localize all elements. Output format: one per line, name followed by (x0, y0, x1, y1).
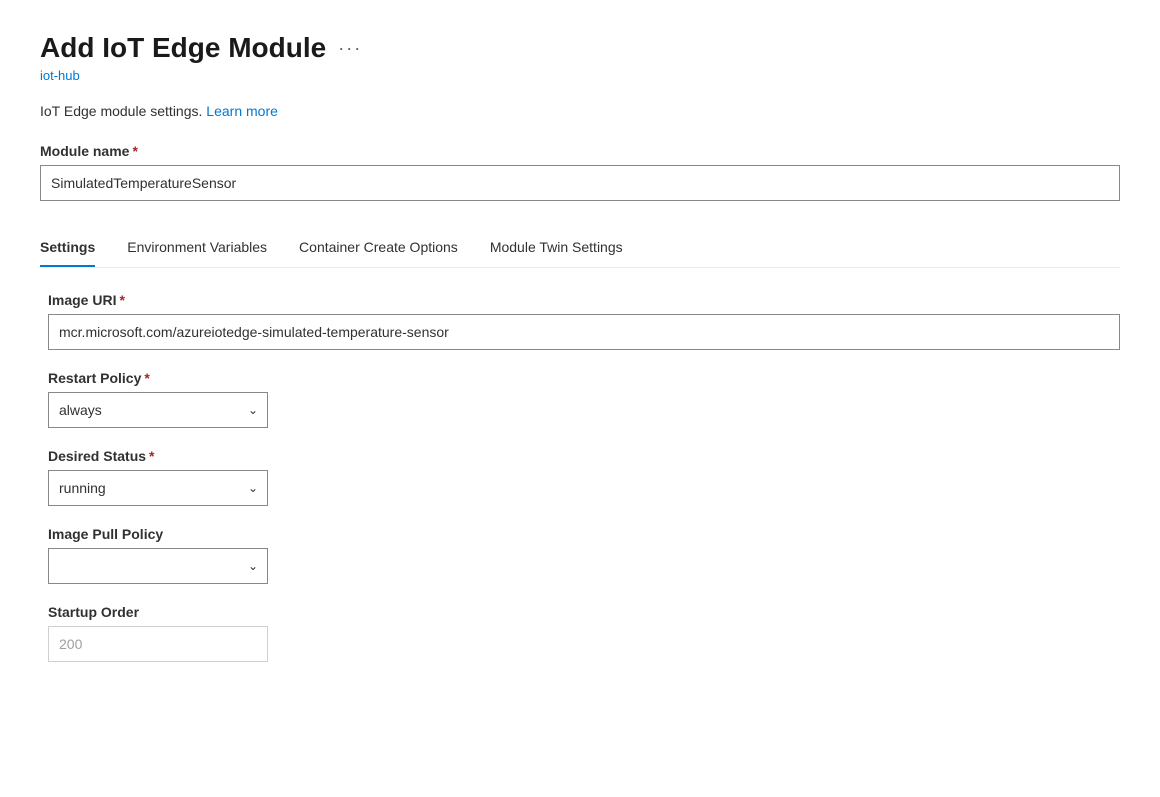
desired-status-required: * (149, 448, 154, 464)
restart-policy-label: Restart Policy* (48, 370, 1120, 386)
image-pull-policy-label: Image Pull Policy (48, 526, 1120, 542)
ellipsis-menu[interactable]: ··· (338, 38, 362, 59)
image-uri-input[interactable] (48, 314, 1120, 350)
module-name-input[interactable] (40, 165, 1120, 201)
desired-status-section: Desired Status* running stopped ⌄ (48, 448, 1120, 506)
startup-order-input[interactable] (48, 626, 268, 662)
description-static: IoT Edge module settings. (40, 103, 202, 119)
image-uri-section: Image URI* (48, 292, 1120, 350)
module-name-section: Module name* (40, 143, 1120, 201)
learn-more-link[interactable]: Learn more (206, 103, 278, 119)
tab-module-twin-settings[interactable]: Module Twin Settings (490, 229, 623, 267)
restart-policy-wrapper: always never on-failure on-unhealthy ⌄ (48, 392, 268, 428)
desired-status-select[interactable]: running stopped (48, 470, 268, 506)
settings-content: Image URI* Restart Policy* always never … (40, 292, 1120, 662)
image-pull-policy-select[interactable]: on-create never (48, 548, 268, 584)
restart-policy-required: * (144, 370, 149, 386)
tab-environment-variables[interactable]: Environment Variables (127, 229, 267, 267)
image-pull-policy-wrapper: on-create never ⌄ (48, 548, 268, 584)
startup-order-section: Startup Order (48, 604, 1120, 662)
page-title-text: Add IoT Edge Module (40, 32, 326, 64)
subtitle: iot-hub (40, 68, 1120, 83)
restart-policy-select[interactable]: always never on-failure on-unhealthy (48, 392, 268, 428)
desired-status-wrapper: running stopped ⌄ (48, 470, 268, 506)
restart-policy-section: Restart Policy* always never on-failure … (48, 370, 1120, 428)
image-pull-policy-section: Image Pull Policy on-create never ⌄ (48, 526, 1120, 584)
tab-container-create-options[interactable]: Container Create Options (299, 229, 458, 267)
required-indicator: * (132, 143, 137, 159)
image-uri-label: Image URI* (48, 292, 1120, 308)
desired-status-label: Desired Status* (48, 448, 1120, 464)
description-text: IoT Edge module settings. Learn more (40, 103, 1120, 119)
startup-order-label: Startup Order (48, 604, 1120, 620)
tab-settings[interactable]: Settings (40, 229, 95, 267)
tabs-container: Settings Environment Variables Container… (40, 229, 1120, 268)
module-name-label: Module name* (40, 143, 1120, 159)
page-title: Add IoT Edge Module ··· (40, 32, 1120, 64)
image-uri-required: * (119, 292, 124, 308)
